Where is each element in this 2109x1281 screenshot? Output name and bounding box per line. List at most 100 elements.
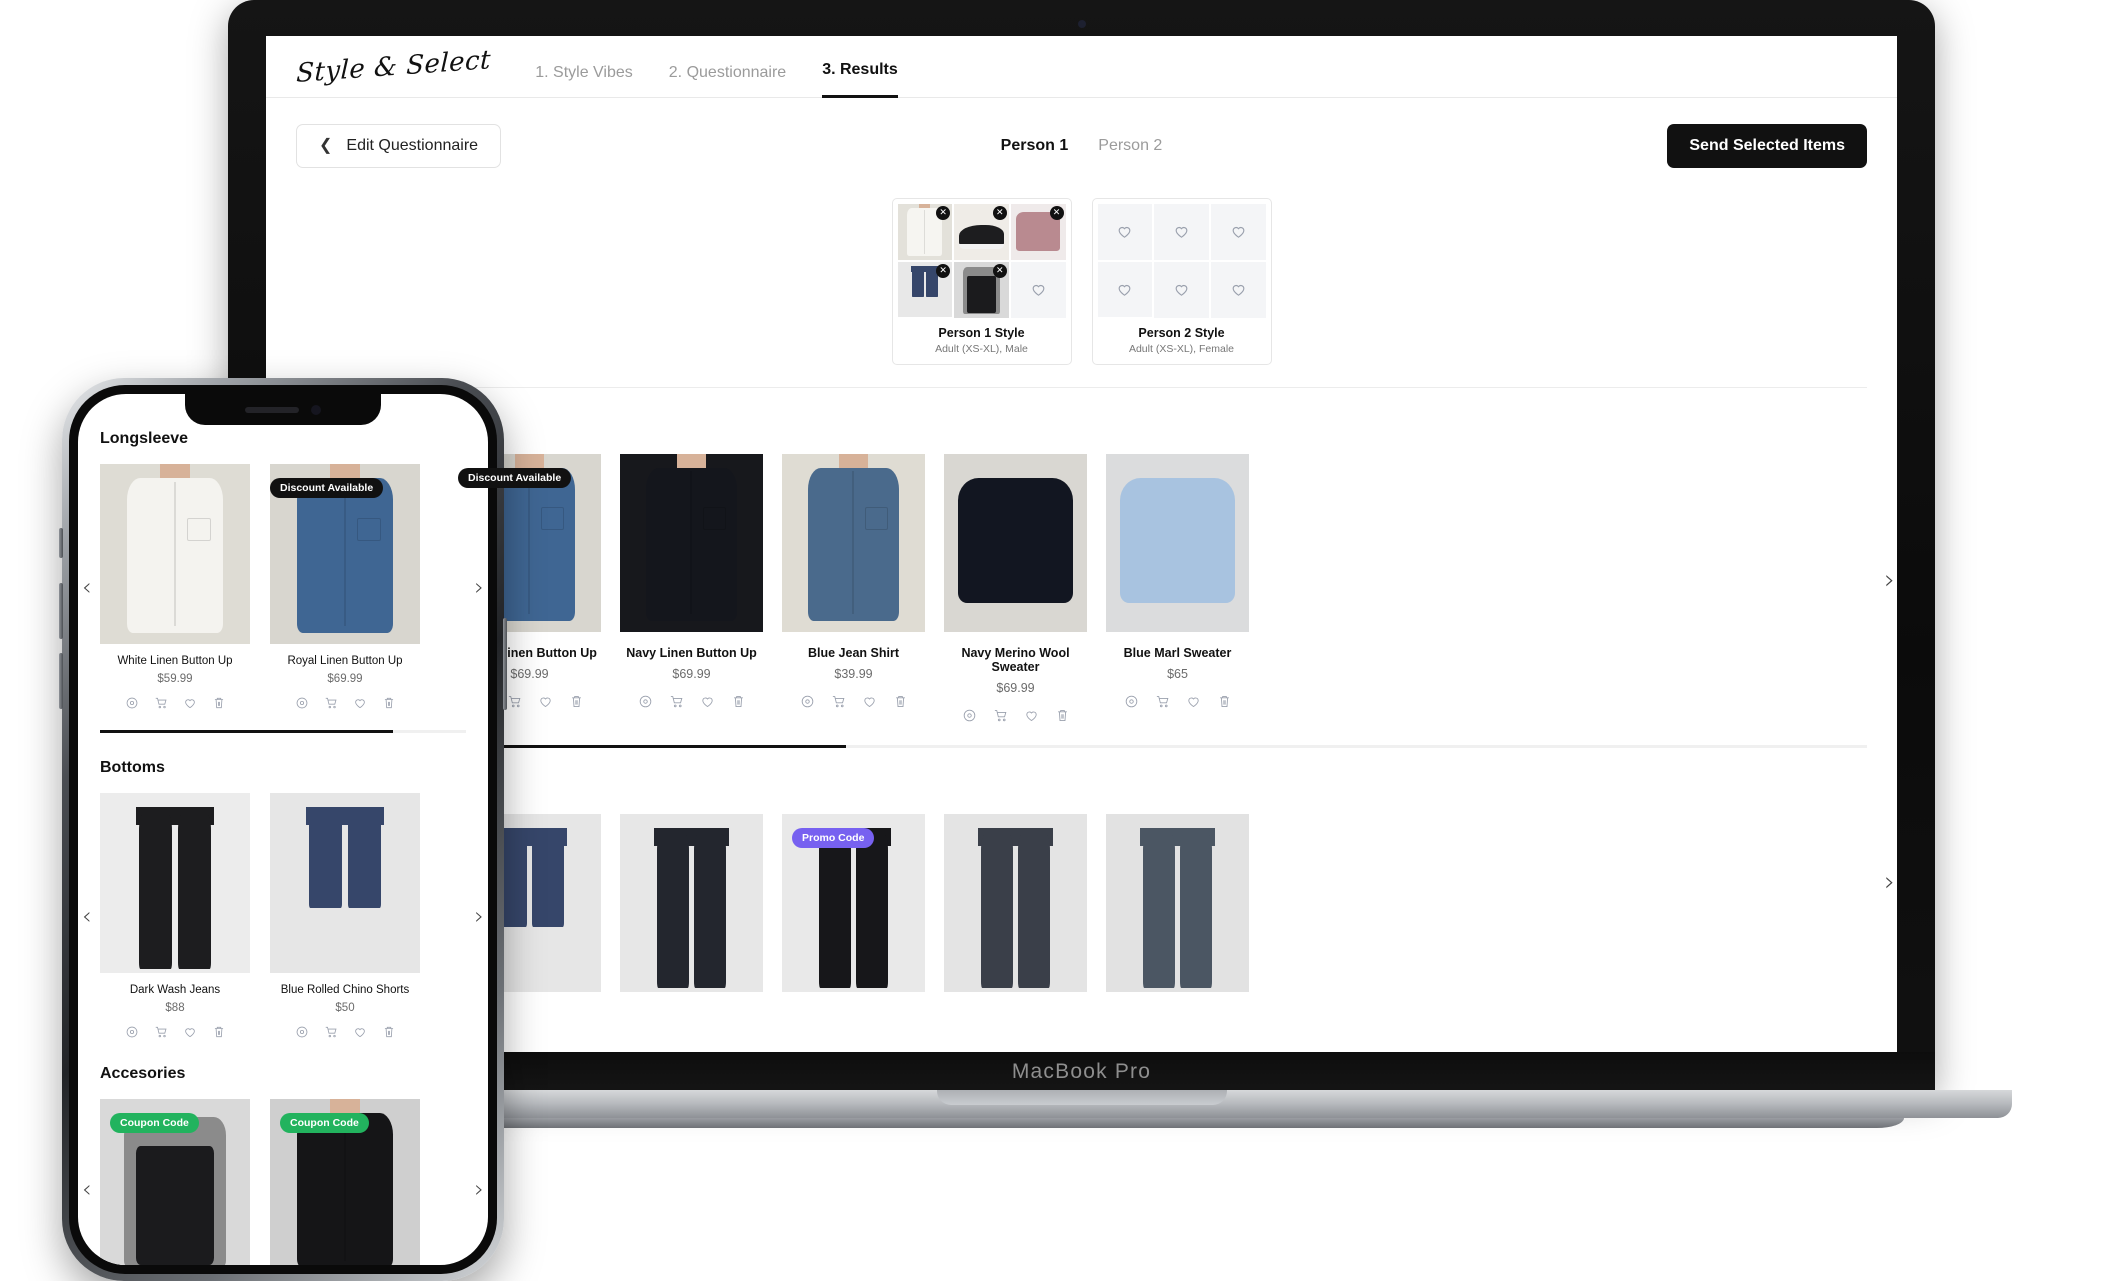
carousel-next-button[interactable]: › xyxy=(1884,866,1895,897)
style-slot-filled[interactable]: ✕ xyxy=(897,204,953,260)
cart-icon[interactable] xyxy=(154,1025,168,1039)
style-slot-filled[interactable]: ✕ xyxy=(954,204,1009,260)
eye-icon[interactable] xyxy=(125,696,139,710)
eye-icon[interactable] xyxy=(295,1025,309,1039)
product-image[interactable] xyxy=(620,453,763,632)
heart-icon[interactable] xyxy=(1116,281,1133,298)
trash-icon[interactable] xyxy=(382,696,396,710)
mobile-carousel-prev-button[interactable]: ‹ xyxy=(82,1175,92,1203)
phone-volume-up-button[interactable] xyxy=(59,583,63,639)
heart-icon[interactable] xyxy=(1230,223,1247,240)
product-card[interactable] xyxy=(944,813,1087,992)
product-image[interactable] xyxy=(100,793,250,973)
product-image[interactable] xyxy=(620,813,763,992)
product-image[interactable] xyxy=(944,813,1087,992)
cart-icon[interactable] xyxy=(831,694,846,709)
heart-icon[interactable] xyxy=(353,696,367,710)
product-card[interactable]: Coupon Code xyxy=(270,1099,420,1265)
eye-icon[interactable] xyxy=(638,694,653,709)
heart-icon[interactable] xyxy=(1024,708,1039,723)
heart-icon[interactable] xyxy=(862,694,877,709)
eye-icon[interactable] xyxy=(800,694,815,709)
product-card[interactable] xyxy=(620,813,763,992)
mobile-carousel-next-button[interactable]: › xyxy=(474,902,484,930)
eye-icon[interactable] xyxy=(962,708,977,723)
style-slot-filled[interactable]: ✕ xyxy=(1010,204,1066,260)
send-selected-items-button[interactable]: Send Selected Items xyxy=(1667,124,1867,168)
heart-icon[interactable] xyxy=(1186,694,1201,709)
style-slot-empty[interactable] xyxy=(1210,204,1266,260)
style-slot-empty[interactable] xyxy=(1097,261,1153,318)
heart-icon[interactable] xyxy=(183,1025,197,1039)
style-card-2[interactable]: Person 2 Style Adult (XS-XL), Female xyxy=(1091,198,1272,365)
product-card[interactable]: White Linen Button Up $59.99 xyxy=(100,464,250,710)
nav-item-1[interactable]: 1. Style Vibes xyxy=(535,64,633,98)
cart-icon[interactable] xyxy=(1155,694,1170,709)
product-image[interactable]: Discount Available xyxy=(270,464,420,644)
product-card[interactable] xyxy=(1106,813,1249,992)
heart-icon[interactable] xyxy=(353,1025,367,1039)
heart-icon[interactable] xyxy=(1116,223,1133,240)
brand-logo[interactable]: Style & Select xyxy=(296,45,492,89)
phone-silent-switch[interactable] xyxy=(59,528,63,558)
person-tab-2[interactable]: Person 2 xyxy=(1098,137,1162,155)
product-image[interactable] xyxy=(270,793,420,973)
mobile-carousel-next-button[interactable]: › xyxy=(474,573,484,601)
style-slot-empty[interactable] xyxy=(1154,204,1209,260)
trash-icon[interactable] xyxy=(731,694,746,709)
trash-icon[interactable] xyxy=(1217,694,1232,709)
eye-icon[interactable] xyxy=(1124,694,1139,709)
product-image[interactable] xyxy=(782,453,925,632)
heart-icon[interactable] xyxy=(1030,281,1047,298)
eye-icon[interactable] xyxy=(125,1025,139,1039)
cart-icon[interactable] xyxy=(324,1025,338,1039)
cart-icon[interactable] xyxy=(324,696,338,710)
product-card[interactable]: Discount Available Royal Linen Button Up $… xyxy=(270,464,420,710)
remove-item-icon[interactable]: ✕ xyxy=(992,263,1007,278)
product-image[interactable] xyxy=(944,453,1087,632)
product-card[interactable]: Blue Marl Sweater $65 xyxy=(1106,453,1249,723)
product-image[interactable] xyxy=(1106,453,1249,632)
person-tab-1[interactable]: Person 1 xyxy=(1001,137,1069,155)
remove-item-icon[interactable]: ✕ xyxy=(1049,206,1064,220)
heart-icon[interactable] xyxy=(538,694,553,709)
mobile-carousel-prev-button[interactable]: ‹ xyxy=(82,573,92,601)
remove-item-icon[interactable]: ✕ xyxy=(992,206,1007,220)
heart-icon[interactable] xyxy=(1173,223,1190,240)
trash-icon[interactable] xyxy=(382,1025,396,1039)
mobile-carousel-next-button[interactable]: › xyxy=(474,1175,484,1203)
carousel-scrollbar[interactable] xyxy=(296,744,1867,748)
mobile-carousel-scrollbar[interactable] xyxy=(100,730,466,733)
trash-icon[interactable] xyxy=(212,1025,226,1039)
heart-icon[interactable] xyxy=(1173,281,1190,298)
product-image[interactable]: Coupon Code xyxy=(100,1099,250,1265)
eye-icon[interactable] xyxy=(295,696,309,710)
trash-icon[interactable] xyxy=(569,694,584,709)
product-card[interactable]: Coupon Code xyxy=(100,1099,250,1265)
heart-icon[interactable] xyxy=(1230,281,1247,298)
heart-icon[interactable] xyxy=(183,696,197,710)
edit-questionnaire-button[interactable]: ❮ Edit Questionnaire xyxy=(296,124,502,168)
nav-item-3[interactable]: 3. Results xyxy=(822,61,898,98)
mobile-carousel-prev-button[interactable]: ‹ xyxy=(82,902,92,930)
style-slot-filled[interactable]: ✕ xyxy=(954,261,1009,318)
product-image[interactable]: Promo Code xyxy=(782,813,925,992)
style-slot-empty[interactable] xyxy=(1097,204,1153,260)
nav-item-2[interactable]: 2. Questionnaire xyxy=(669,64,786,98)
cart-icon[interactable] xyxy=(507,694,522,709)
product-card[interactable]: Dark Wash Jeans $88 xyxy=(100,793,250,1039)
cart-icon[interactable] xyxy=(669,694,684,709)
cart-icon[interactable] xyxy=(993,708,1008,723)
style-slot-filled[interactable]: ✕ xyxy=(897,261,953,318)
remove-item-icon[interactable]: ✕ xyxy=(936,263,951,278)
style-slot-empty[interactable] xyxy=(1010,261,1066,318)
product-card[interactable]: Promo Code xyxy=(782,813,925,992)
carousel-next-button[interactable]: › xyxy=(1884,564,1895,595)
product-image[interactable] xyxy=(100,464,250,644)
trash-icon[interactable] xyxy=(212,696,226,710)
trash-icon[interactable] xyxy=(893,694,908,709)
style-slot-empty[interactable] xyxy=(1154,261,1209,318)
phone-volume-down-button[interactable] xyxy=(59,653,63,709)
product-image[interactable]: Coupon Code xyxy=(270,1099,420,1265)
product-card[interactable]: Navy Linen Button Up $69.99 xyxy=(620,453,763,723)
